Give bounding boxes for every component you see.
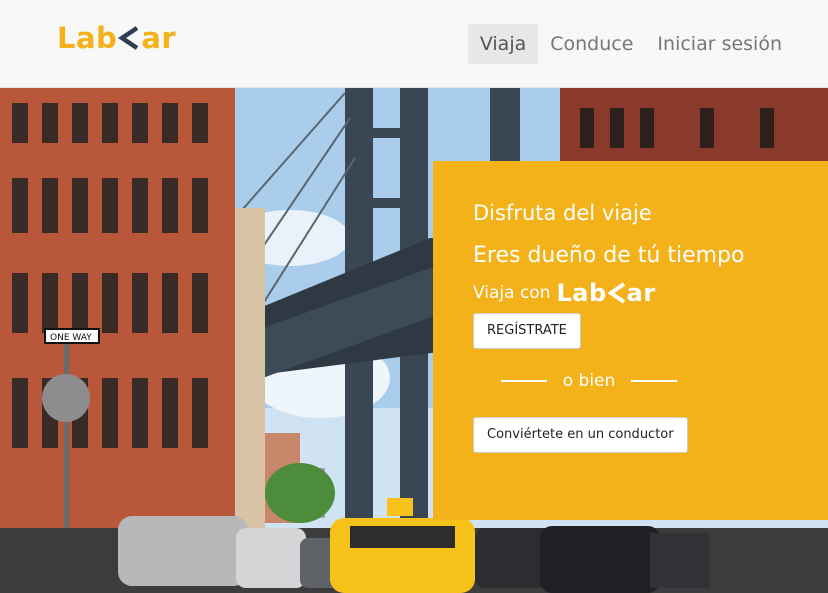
divider-rule-right	[631, 380, 677, 382]
promo-logo-chevron-icon	[607, 282, 625, 304]
become-driver-button[interactable]: Conviértete en un conductor	[473, 417, 688, 453]
nav-conduce[interactable]: Conduce	[538, 24, 645, 64]
or-divider: o bien	[501, 369, 677, 393]
nav-viaja[interactable]: Viaja	[467, 24, 539, 64]
logo-chevron-icon	[118, 26, 139, 50]
top-navbar: Lab ar Viaja Conduce Iniciar sesión	[0, 0, 828, 88]
register-button[interactable]: REGÍSTRATE	[473, 313, 581, 349]
main-nav: Viaja Conduce Iniciar sesión	[467, 24, 794, 64]
logo-text-right: ar	[141, 21, 177, 55]
promo-logo-left: Lab	[556, 279, 607, 307]
nav-iniciar-sesion[interactable]: Iniciar sesión	[645, 24, 794, 64]
divider-rule-left	[501, 380, 547, 382]
promo-headline-1: Disfruta del viaje	[473, 201, 652, 225]
promo-tagline: Viaja con Lab ar	[473, 279, 656, 307]
labcar-logo[interactable]: Lab ar	[57, 18, 176, 58]
promo-headline-2: Eres dueño de tú tiempo	[473, 243, 745, 268]
promo-logo: Lab ar	[556, 279, 655, 307]
promo-logo-right: ar	[626, 279, 656, 307]
divider-text: o bien	[562, 371, 616, 391]
one-way-sign-text: ONE WAY	[50, 333, 92, 343]
promo-panel: Disfruta del viaje Eres dueño de tú tiem…	[433, 161, 828, 520]
logo-text-left: Lab	[57, 21, 118, 55]
promo-tagline-prefix: Viaja con	[473, 283, 551, 303]
